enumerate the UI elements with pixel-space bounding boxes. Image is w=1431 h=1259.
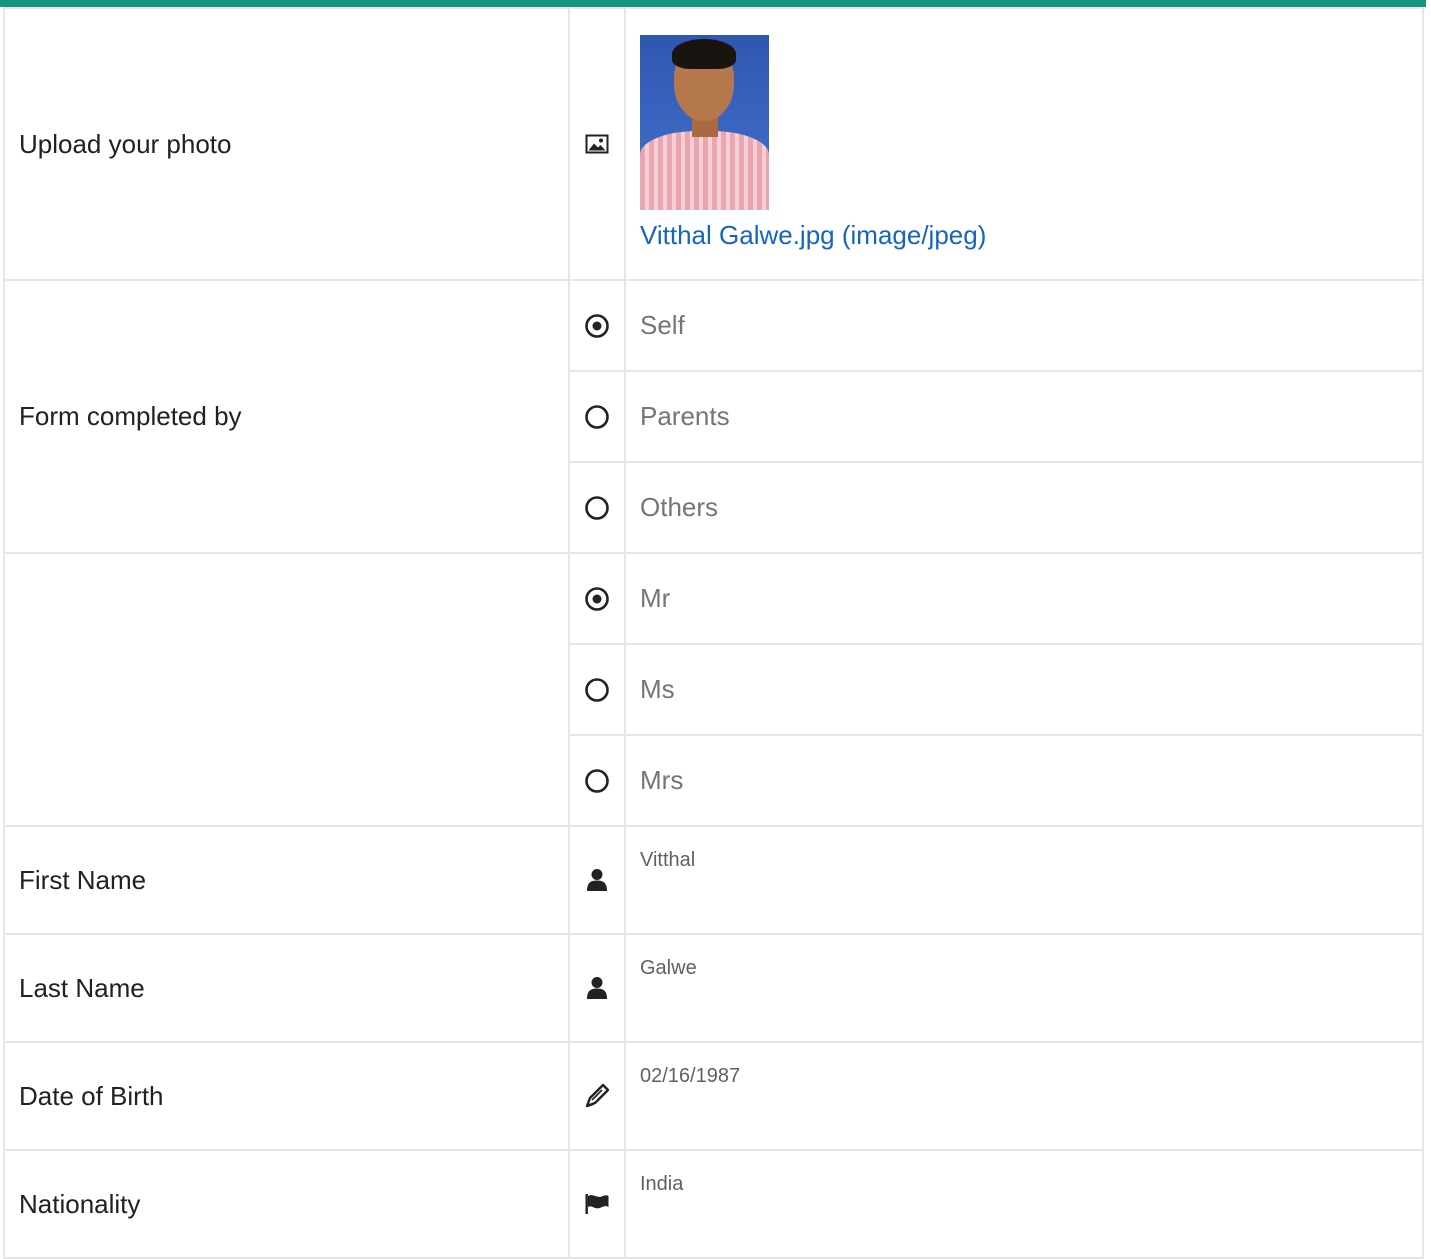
radio-checked-icon bbox=[585, 586, 609, 611]
nationality-field[interactable]: India bbox=[624, 1149, 1424, 1259]
first-name-field[interactable]: Vitthal bbox=[624, 825, 1424, 935]
date-of-birth-value: 02/16/1987 bbox=[640, 1065, 741, 1087]
user-icon bbox=[587, 869, 607, 891]
option-ms[interactable]: Ms bbox=[624, 643, 1424, 736]
date-of-birth-label: Date of Birth bbox=[3, 1041, 570, 1151]
option-self-label: Self bbox=[640, 310, 685, 340]
option-others[interactable]: Others bbox=[624, 461, 1424, 554]
nationality-label: Nationality bbox=[3, 1149, 570, 1259]
nationality-value: India bbox=[640, 1173, 684, 1195]
date-of-birth-icon-cell bbox=[568, 1041, 626, 1151]
option-mr[interactable]: Mr bbox=[624, 552, 1424, 645]
last-name-field[interactable]: Galwe bbox=[624, 933, 1424, 1043]
image-icon bbox=[585, 134, 609, 154]
last-name-label: Last Name bbox=[3, 933, 570, 1043]
salutation-row: Mr bbox=[3, 552, 1424, 827]
uploaded-file-link[interactable]: Vitthal Galwe.jpg (image/jpeg) bbox=[640, 220, 1422, 279]
radio-unchecked-icon bbox=[585, 495, 609, 520]
first-name-label: First Name bbox=[3, 825, 570, 935]
top-accent-bar bbox=[0, 0, 1426, 7]
photo-row: Upload your photo Vitthal Galwe.jpg (ima… bbox=[3, 7, 1424, 281]
first-name-value: Vitthal bbox=[640, 849, 696, 871]
option-mrs[interactable]: Mrs bbox=[624, 734, 1424, 827]
user-icon bbox=[587, 977, 607, 999]
nationality-icon-cell bbox=[568, 1149, 626, 1259]
photo-icon-cell bbox=[568, 7, 626, 281]
option-others-label: Others bbox=[640, 492, 719, 522]
photo-value-cell: Vitthal Galwe.jpg (image/jpeg) bbox=[624, 7, 1424, 281]
radio-ms[interactable] bbox=[568, 643, 626, 736]
last-name-row: Last Name Galwe bbox=[3, 933, 1424, 1043]
radio-mrs[interactable] bbox=[568, 734, 626, 827]
radio-unchecked-icon bbox=[585, 677, 609, 702]
salutation-label bbox=[3, 552, 570, 827]
flag-icon bbox=[585, 1194, 609, 1214]
option-ms-label: Ms bbox=[640, 674, 675, 704]
date-of-birth-field[interactable]: 02/16/1987 bbox=[624, 1041, 1424, 1151]
option-mrs-label: Mrs bbox=[640, 765, 684, 795]
uploaded-photo-thumbnail[interactable] bbox=[640, 35, 769, 210]
first-name-icon-cell bbox=[568, 825, 626, 935]
radio-others[interactable] bbox=[568, 461, 626, 554]
last-name-value: Galwe bbox=[640, 957, 697, 979]
radio-self[interactable] bbox=[568, 279, 626, 372]
radio-unchecked-icon bbox=[585, 404, 609, 429]
date-of-birth-row: Date of Birth 02/16/1987 bbox=[3, 1041, 1424, 1151]
pencil-icon bbox=[585, 1083, 610, 1108]
nationality-row: Nationality India bbox=[3, 1149, 1424, 1259]
last-name-icon-cell bbox=[568, 933, 626, 1043]
form-completed-by-label: Form completed by bbox=[3, 279, 570, 554]
radio-mr[interactable] bbox=[568, 552, 626, 645]
radio-parents[interactable] bbox=[568, 370, 626, 463]
profile-form-table: Upload your photo Vitthal Galwe.jpg (ima… bbox=[3, 7, 1424, 1259]
form-completed-by-row: Form completed by Self bbox=[3, 279, 1424, 554]
radio-checked-icon bbox=[585, 313, 609, 338]
option-parents[interactable]: Parents bbox=[624, 370, 1424, 463]
option-parents-label: Parents bbox=[640, 401, 730, 431]
first-name-row: First Name Vitthal bbox=[3, 825, 1424, 935]
option-self[interactable]: Self bbox=[624, 279, 1424, 372]
photo-label: Upload your photo bbox=[3, 7, 570, 281]
radio-unchecked-icon bbox=[585, 768, 609, 793]
option-mr-label: Mr bbox=[640, 583, 671, 613]
